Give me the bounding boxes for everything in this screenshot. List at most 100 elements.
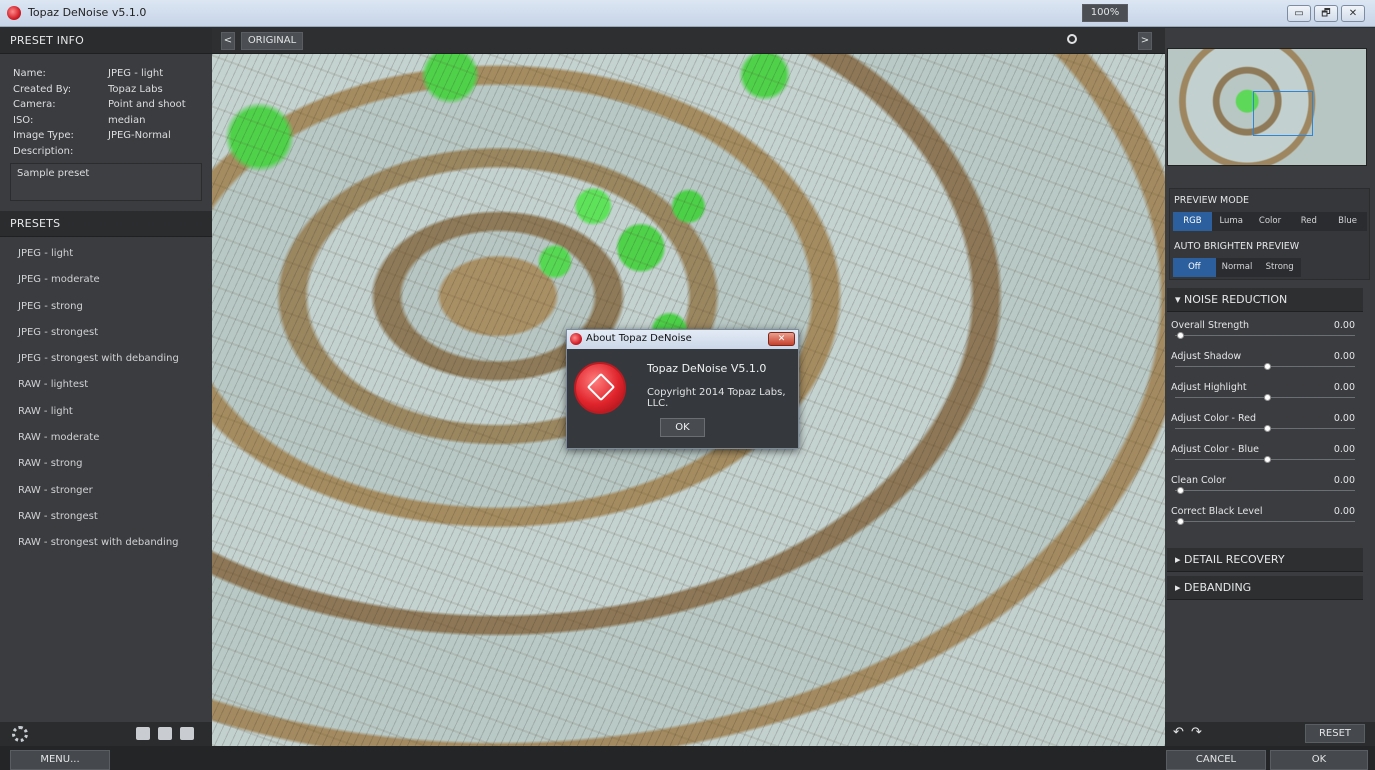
preset-item[interactable]: RAW - lightest xyxy=(0,372,212,398)
slider-label: Clean Color xyxy=(1171,475,1226,486)
slider-row: Adjust Shadow 0.00 xyxy=(1165,349,1365,380)
preset-item[interactable]: RAW - strongest with debanding xyxy=(0,530,212,556)
mode-blue[interactable]: Blue xyxy=(1328,212,1367,231)
slider-row: Adjust Highlight 0.00 xyxy=(1165,380,1365,411)
product-name: Topaz DeNoise V5.1.0 xyxy=(647,362,767,375)
preset-item[interactable]: JPEG - strong xyxy=(0,294,212,320)
presets-list: JPEG - light JPEG - moderate JPEG - stro… xyxy=(0,237,212,557)
slider-handle[interactable] xyxy=(1264,456,1271,463)
about-dialog: About Topaz DeNoise ✕ Topaz DeNoise V5.1… xyxy=(566,329,799,449)
slider-label: Adjust Shadow xyxy=(1171,351,1242,362)
brighten-normal[interactable]: Normal xyxy=(1216,258,1259,277)
info-key: Description: xyxy=(13,145,74,157)
slider-track[interactable] xyxy=(1175,521,1355,522)
navigator-viewport[interactable] xyxy=(1253,91,1313,136)
undo-icon[interactable]: ↶ xyxy=(1173,725,1184,740)
app-logo-icon xyxy=(7,6,21,20)
gear-icon[interactable] xyxy=(12,726,28,742)
close-window-button[interactable]: ✕ xyxy=(1341,5,1365,22)
slider-track[interactable] xyxy=(1175,335,1355,336)
menu-button[interactable]: MENU... xyxy=(10,750,110,770)
info-value: JPEG - light xyxy=(108,68,164,79)
preset-item[interactable]: RAW - strongest xyxy=(0,504,212,530)
slider-value: 0.00 xyxy=(1333,382,1355,393)
minimize-button[interactable]: ▭ xyxy=(1287,5,1311,22)
info-value: JPEG-Normal xyxy=(108,130,171,141)
info-key: Camera: xyxy=(13,99,56,110)
info-key: ISO: xyxy=(13,114,34,126)
noise-reduction-header[interactable]: ▾ NOISE REDUCTION xyxy=(1167,288,1363,312)
slider-value: 0.00 xyxy=(1333,413,1355,424)
dialog-title: About Topaz DeNoise xyxy=(586,333,692,344)
slider-handle[interactable] xyxy=(1177,487,1184,494)
slider-value: 0.00 xyxy=(1333,475,1355,486)
restore-button[interactable]: 🗗 xyxy=(1314,5,1338,22)
slider-track[interactable] xyxy=(1175,490,1355,491)
slider-value: 0.00 xyxy=(1333,320,1355,331)
dialog-titlebar: About Topaz DeNoise ✕ xyxy=(567,330,798,349)
mode-color[interactable]: Color xyxy=(1251,212,1290,231)
description-box: Sample preset xyxy=(10,163,202,201)
preset-info-list: Name: JPEG - light Created By: Topaz Labs … xyxy=(0,54,212,159)
topaz-gem-icon xyxy=(574,362,626,414)
info-value: Point and shoot xyxy=(108,99,186,110)
preset-item[interactable]: JPEG - moderate xyxy=(0,267,212,293)
info-value: median xyxy=(108,114,146,126)
slider-row: Overall Strength 0.00 xyxy=(1165,318,1365,349)
info-row-iso: ISO: median xyxy=(13,113,212,129)
info-key: Name: xyxy=(13,68,46,79)
slider-label: Adjust Color - Blue xyxy=(1171,444,1260,455)
zoom-icon[interactable] xyxy=(1067,34,1077,44)
camera-icon[interactable] xyxy=(136,727,150,740)
slider-handle[interactable] xyxy=(1264,425,1271,432)
preview-mode-heading: PREVIEW MODE xyxy=(1174,195,1250,206)
next-arrow-button[interactable]: > xyxy=(1138,32,1152,50)
cancel-button[interactable]: CANCEL xyxy=(1166,750,1266,770)
export-icon[interactable] xyxy=(180,727,194,740)
mode-luma[interactable]: Luma xyxy=(1212,212,1251,231)
preview-toolbar: < ORIGINAL > xyxy=(212,28,1165,54)
debanding-header[interactable]: ▸ DEBANDING xyxy=(1167,576,1363,600)
info-row-created-by: Created By: Topaz Labs xyxy=(13,82,212,98)
zoom-level[interactable]: 100% xyxy=(1082,4,1128,22)
window-titlebar: Topaz DeNoise v5.1.0 ▭ 🗗 ✕ xyxy=(0,0,1375,27)
slider-handle[interactable] xyxy=(1177,518,1184,525)
mode-rgb[interactable]: RGB xyxy=(1173,212,1212,231)
info-row-image-type: Image Type: JPEG-Normal xyxy=(13,128,212,144)
copyright-text: Copyright 2014 Topaz Labs, LLC. xyxy=(647,387,786,409)
preset-item[interactable]: JPEG - strongest xyxy=(0,320,212,346)
auto-brighten-selector: Off Normal Strong xyxy=(1173,258,1301,277)
app-logo-icon xyxy=(570,333,582,345)
prev-arrow-button[interactable]: < xyxy=(221,32,235,50)
redo-icon[interactable]: ↷ xyxy=(1191,725,1202,740)
slider-value: 0.00 xyxy=(1333,506,1355,517)
info-key: Created By: xyxy=(13,83,72,95)
folder-icon[interactable] xyxy=(158,727,172,740)
preset-item[interactable]: JPEG - light xyxy=(0,241,212,267)
preset-item[interactable]: RAW - light xyxy=(0,399,212,425)
mode-red[interactable]: Red xyxy=(1289,212,1328,231)
reset-button[interactable]: RESET xyxy=(1305,724,1365,743)
info-row-description: Description: xyxy=(13,144,212,160)
slider-handle[interactable] xyxy=(1177,332,1184,339)
info-value: Topaz Labs xyxy=(108,83,163,95)
ok-button[interactable]: OK xyxy=(1270,750,1368,770)
slider-label: Overall Strength xyxy=(1171,320,1250,331)
slider-handle[interactable] xyxy=(1264,363,1271,370)
preset-item[interactable]: RAW - stronger xyxy=(0,478,212,504)
slider-label: Adjust Color - Red xyxy=(1171,413,1257,424)
original-toggle-button[interactable]: ORIGINAL xyxy=(241,32,303,50)
brighten-off[interactable]: Off xyxy=(1173,258,1216,277)
slider-row: Clean Color 0.00 xyxy=(1165,473,1365,504)
preview-mode-selector: RGB Luma Color Red Blue xyxy=(1173,212,1367,231)
left-panel: PRESET INFO Name: JPEG - light Created By… xyxy=(0,28,212,746)
preset-item[interactable]: RAW - moderate xyxy=(0,425,212,451)
preset-item[interactable]: JPEG - strongest with debanding xyxy=(0,346,212,372)
gem-icon xyxy=(586,372,616,402)
brighten-strong[interactable]: Strong xyxy=(1258,258,1301,277)
preset-item[interactable]: RAW - strong xyxy=(0,451,212,477)
dialog-ok-button[interactable]: OK xyxy=(660,418,705,437)
slider-handle[interactable] xyxy=(1264,394,1271,401)
detail-recovery-header[interactable]: ▸ DETAIL RECOVERY xyxy=(1167,548,1363,572)
dialog-close-button[interactable]: ✕ xyxy=(768,332,795,346)
